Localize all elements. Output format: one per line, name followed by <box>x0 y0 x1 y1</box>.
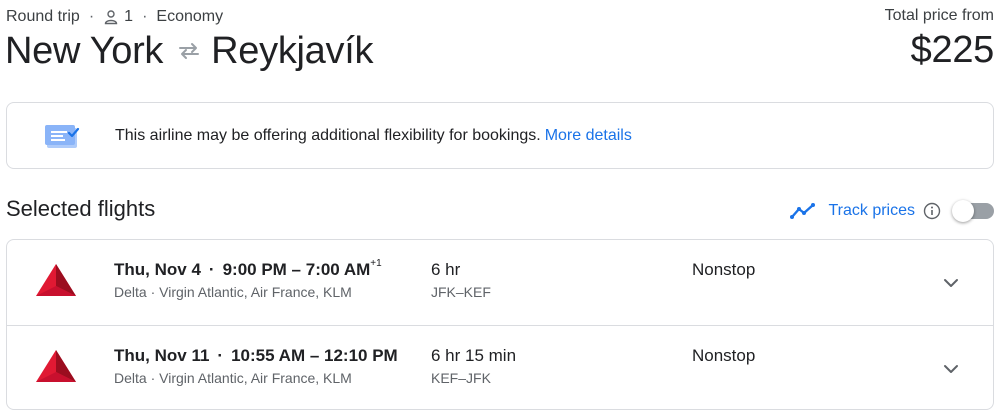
track-prices-label[interactable]: Track prices <box>828 202 915 220</box>
chevron-down-icon[interactable] <box>939 357 963 381</box>
stops-info: Nonstop <box>692 260 756 279</box>
notice-text: This airline may be offering additional … <box>115 127 632 145</box>
passenger-count[interactable]: 1 <box>124 8 133 26</box>
notice-message: This airline may be offering additional … <box>115 126 541 144</box>
flight-times: Thu, Nov 4 · 9:00 PM – 7:00 AM+1 <box>114 258 382 279</box>
airport-codes: JFK–KEF <box>431 284 491 300</box>
day-offset: +1 <box>370 258 382 270</box>
swap-arrows-icon <box>179 43 200 59</box>
flight-times: Thu, Nov 11 · 10:55 AM – 12:10 PM <box>114 346 398 365</box>
trip-type[interactable]: Round trip <box>6 8 80 26</box>
price-label: Total price from <box>884 7 994 24</box>
flight-duration: 6 hr <box>431 260 461 279</box>
operating-airlines: Delta · Virgin Atlantic, Air France, KLM <box>114 370 352 386</box>
info-icon[interactable] <box>923 202 941 220</box>
flight-duration: 6 hr 15 min <box>431 346 517 365</box>
airport-codes: KEF–JFK <box>431 370 491 386</box>
track-prices-control: Track prices <box>790 198 994 224</box>
trending-icon <box>790 203 816 219</box>
selected-flights-heading: Selected flights <box>6 196 156 221</box>
flexibility-notice: This airline may be offering additional … <box>6 102 994 169</box>
departure-time: 10:55 AM <box>231 346 306 365</box>
trip-options: Round trip · 1 · Economy <box>6 7 223 27</box>
arrival-time: 12:10 PM <box>324 346 398 365</box>
delta-logo-icon <box>36 264 76 296</box>
toggle-knob <box>952 200 974 222</box>
separator-dot: · <box>208 260 215 279</box>
flight-row-return[interactable]: Thu, Nov 11 · 10:55 AM – 12:10 PM Delta · … <box>7 325 993 409</box>
total-price: $225 <box>910 29 995 71</box>
separator-dot: · <box>217 346 224 365</box>
separator-dot: · <box>142 8 148 25</box>
separator-dot: · <box>88 8 95 25</box>
flight-row-outbound[interactable]: Thu, Nov 4 · 9:00 PM – 7:00 AM+1 Delta · V… <box>7 240 993 325</box>
origin-city: New York <box>5 29 164 72</box>
cabin-class[interactable]: Economy <box>156 8 223 26</box>
operating-airlines: Delta · Virgin Atlantic, Air France, KLM <box>114 284 352 300</box>
more-details-link[interactable]: More details <box>545 127 632 144</box>
destination-city: Reykjavík <box>211 29 374 72</box>
selected-flights-list: Thu, Nov 4 · 9:00 PM – 7:00 AM+1 Delta · V… <box>6 239 994 410</box>
calendar-check-icon <box>45 124 80 148</box>
chevron-down-icon[interactable] <box>939 271 963 295</box>
arrival-time: 7:00 AM <box>305 260 371 279</box>
departure-time: 9:00 PM <box>222 260 287 279</box>
track-prices-toggle[interactable] <box>952 200 994 222</box>
person-icon <box>104 10 118 25</box>
delta-logo-icon <box>36 350 76 382</box>
route-title: New York Reykjavík <box>5 29 373 73</box>
flight-date: Thu, Nov 11 <box>114 346 210 365</box>
flight-date: Thu, Nov 4 <box>114 260 201 279</box>
stops-info: Nonstop <box>692 346 756 365</box>
